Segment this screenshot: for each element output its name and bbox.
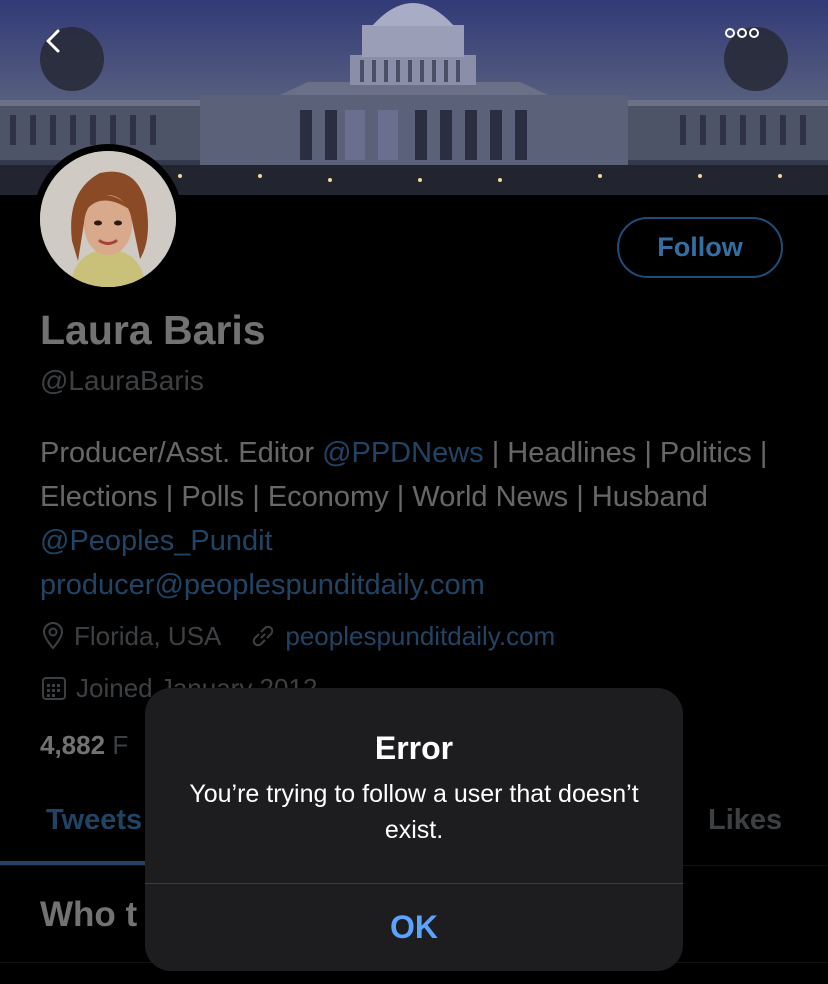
follow-button[interactable]: Follow — [617, 217, 783, 278]
woman-portrait-icon — [40, 151, 176, 287]
following-count-label: F — [112, 730, 129, 760]
alert-title: Error — [374, 730, 454, 766]
profile-name: Laura Baris — [40, 307, 266, 353]
calendar-icon — [40, 674, 68, 702]
bio-mention-peoples-pundit[interactable]: @Peoples_Pundit — [40, 525, 273, 557]
ellipsis-icon — [725, 28, 759, 38]
chevron-left-icon — [46, 29, 60, 53]
profile-bio: Producer/Asst. Editor @PPDNews | Headlin… — [40, 431, 800, 607]
bio-mention-ppdnews[interactable]: @PPDNews — [322, 437, 484, 469]
more-options-button[interactable] — [724, 27, 788, 91]
error-alert-dialog: Error You’re trying to follow a user tha… — [145, 688, 683, 971]
back-button[interactable] — [40, 27, 104, 91]
profile-meta-row: Florida, USA peoplespunditdaily.com — [40, 618, 555, 654]
location-pin-icon — [40, 622, 66, 650]
avatar[interactable] — [33, 144, 183, 294]
following-count-value: 4,882 — [40, 730, 106, 760]
tab-tweets[interactable]: Tweets — [46, 804, 142, 837]
avatar-image — [40, 151, 176, 287]
link-icon — [249, 622, 277, 650]
following-count[interactable]: 4,882 F — [40, 730, 128, 761]
bio-text: Producer/Asst. Editor — [40, 437, 323, 469]
who-to-follow-heading: Who t — [40, 895, 138, 934]
profile-handle: @LauraBaris — [40, 365, 204, 396]
alert-ok-button[interactable]: OK — [145, 884, 683, 971]
profile-location: Florida, USA — [74, 620, 222, 651]
alert-message: You’re trying to follow a user that does… — [189, 780, 639, 844]
profile-website-link[interactable]: peoplespunditdaily.com — [285, 621, 555, 652]
tab-likes[interactable]: Likes — [708, 804, 782, 837]
bio-email-link[interactable]: producer@peoplespunditdaily.com — [40, 569, 485, 601]
